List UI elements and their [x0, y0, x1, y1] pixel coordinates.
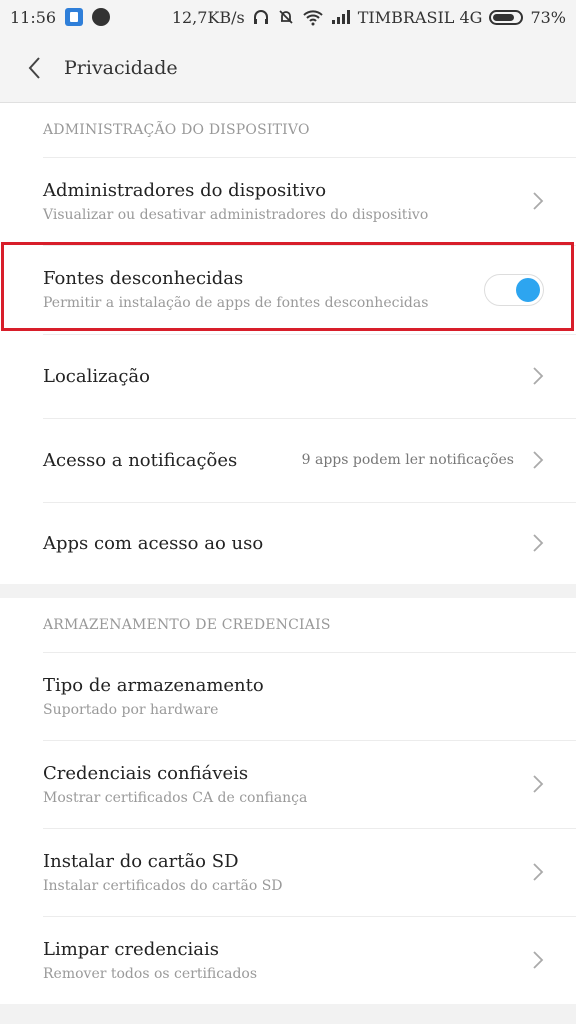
chevron-right-icon	[533, 367, 544, 385]
item-title: Apps com acesso ao uso	[43, 532, 264, 554]
section-title: ARMAZENAMENTO DE CREDENCIAIS	[43, 617, 331, 633]
item-title: Tipo de armazenamento	[43, 674, 264, 696]
section-credential-storage: ARMAZENAMENTO DE CREDENCIAIS Tipo de arm…	[0, 598, 576, 1004]
back-button[interactable]	[4, 34, 64, 102]
notification-access-item[interactable]: Acesso a notificações 9 apps podem ler n…	[0, 418, 576, 502]
toggle-knob	[516, 277, 540, 302]
app-icon	[65, 8, 84, 26]
item-title: Acesso a notificações	[43, 449, 238, 471]
item-subtitle: Instalar certificados do cartão SD	[43, 877, 283, 894]
storage-type-item: Tipo de armazenamento Suportado por hard…	[0, 652, 576, 740]
item-title: Credenciais confiáveis	[43, 762, 249, 784]
mute-icon	[279, 10, 293, 24]
chevron-right-icon	[533, 951, 544, 969]
item-title: Instalar do cartão SD	[43, 850, 239, 872]
chevron-right-icon	[533, 192, 544, 210]
app-header: Privacidade	[0, 34, 576, 103]
item-subtitle: Permitir a instalação de apps de fontes …	[43, 295, 429, 311]
item-value: 9 apps podem ler notificações	[301, 452, 514, 468]
headphones-icon	[253, 10, 268, 24]
item-title: Localização	[43, 365, 150, 387]
chevron-right-icon	[533, 863, 544, 881]
page-title: Privacidade	[64, 57, 178, 79]
item-title: Fontes desconhecidas	[43, 268, 244, 289]
chevron-right-icon	[533, 534, 544, 552]
signal-icon	[331, 10, 350, 24]
item-subtitle: Suportado por hardware	[43, 701, 219, 718]
chevron-right-icon	[533, 775, 544, 793]
chevron-left-icon	[28, 57, 40, 79]
item-title: Administradores do dispositivo	[43, 179, 327, 201]
section-device-admin: ADMINISTRAÇÃO DO DISPOSITIVO Administrad…	[0, 103, 576, 584]
app-icon	[92, 8, 111, 26]
status-time: 11:56	[10, 7, 57, 27]
unknown-sources-item[interactable]: Fontes desconhecidas Permitir a instalaç…	[0, 245, 576, 334]
item-subtitle: Mostrar certificados CA de confiança	[43, 789, 308, 806]
wifi-icon	[303, 10, 323, 26]
device-admins-item[interactable]: Administradores do dispositivo Visualiza…	[0, 157, 576, 245]
item-subtitle: Visualizar ou desativar administradores …	[43, 206, 429, 223]
install-from-sd-item[interactable]: Instalar do cartão SD Instalar certifica…	[0, 828, 576, 916]
usage-access-item[interactable]: Apps com acesso ao uso	[0, 502, 576, 584]
battery-icon	[489, 9, 524, 25]
status-bar: 11:56 12,7KB/s TIMBRASIL 4G 73%	[0, 0, 576, 34]
item-subtitle: Remover todos os certificados	[43, 965, 258, 982]
chevron-right-icon	[533, 451, 544, 469]
item-title: Limpar credenciais	[43, 938, 220, 960]
clear-credentials-item[interactable]: Limpar credenciais Remover todos os cert…	[0, 916, 576, 1004]
unknown-sources-toggle[interactable]	[484, 273, 544, 306]
battery-level: 73%	[530, 7, 566, 27]
section-title: ADMINISTRAÇÃO DO DISPOSITIVO	[43, 122, 310, 138]
network-speed: 12,7KB/s	[171, 7, 245, 27]
carrier-name: TIMBRASIL 4G	[357, 7, 483, 27]
location-item[interactable]: Localização	[0, 334, 576, 418]
trusted-credentials-item[interactable]: Credenciais confiáveis Mostrar certifica…	[0, 740, 576, 828]
